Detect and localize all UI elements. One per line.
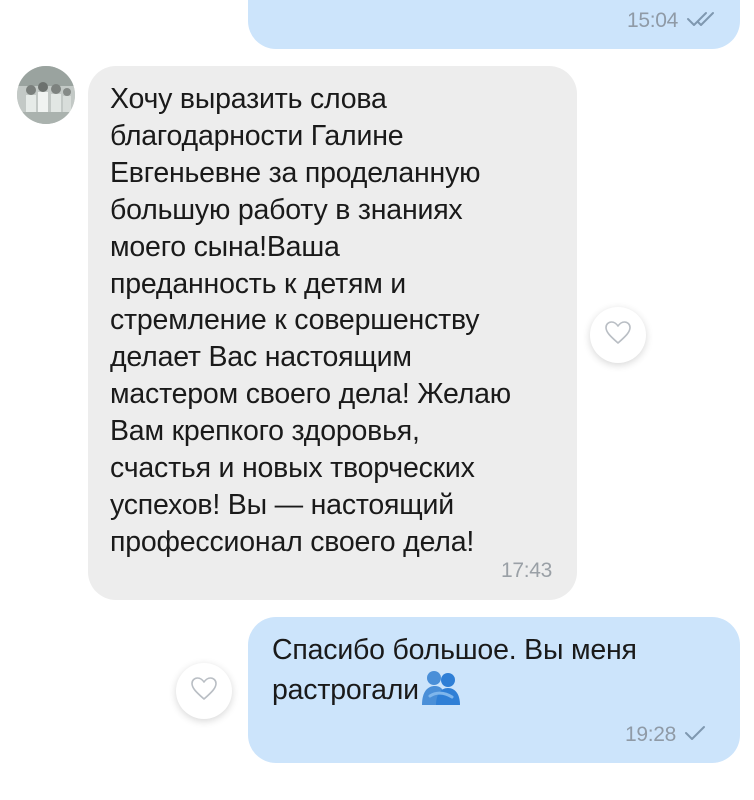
message-time: 17:43 [500, 559, 552, 582]
outgoing-message-bubble[interactable]: Спасибо большое. Вы меня растрогали 19:2… [248, 617, 740, 763]
heart-reaction-button[interactable] [176, 663, 232, 719]
message-line: Хочу выразить слова [110, 83, 387, 115]
message-line: преданность к детям и [110, 267, 407, 300]
message-line: моего сына!Ваша [110, 230, 340, 263]
message-line: профессионал своего дела! [110, 525, 475, 558]
message-line: успехов! Вы — настоящий [110, 488, 454, 521]
message-line: растрогали [272, 669, 722, 715]
message-line-text: растрогали [272, 673, 419, 706]
heart-reaction-button[interactable] [590, 307, 646, 363]
double-check-icon [686, 10, 716, 33]
incoming-message-bubble[interactable]: Хочу выразить слова благодарности Галине… [88, 66, 577, 600]
incoming-message-text: Хочу выразить слова благодарности Галине… [110, 81, 555, 561]
message-line: большую работу в знаниях [110, 193, 463, 226]
message-line: Спасибо большое. Вы меня [272, 634, 637, 666]
message-meta: 15:04 [627, 9, 716, 33]
message-time: 15:04 [626, 9, 678, 32]
outgoing-message-bubble[interactable]: 15:04 [248, 0, 740, 49]
heart-icon [604, 320, 632, 351]
message-line: счастья и новых творческих [110, 452, 475, 485]
message-line: мастером своего дела! Желаю [110, 378, 511, 411]
message-meta: 19:28 [625, 723, 706, 747]
message-line: благодарности Галине [110, 119, 404, 152]
message-line: Евгеньевне за проделанную [110, 156, 481, 189]
heart-icon [190, 676, 218, 707]
outgoing-message-text: Спасибо большое. Вы меня растрогали [272, 632, 722, 715]
message-line: стремление к совершенству [110, 304, 480, 337]
message-line: Вам крепкого здоровья, [110, 415, 420, 448]
message-line: делает Вас настоящим [110, 341, 412, 374]
single-check-icon [684, 724, 706, 747]
people-hugging-icon [420, 669, 462, 715]
message-time: 19:28 [624, 723, 676, 746]
avatar[interactable] [17, 66, 75, 124]
